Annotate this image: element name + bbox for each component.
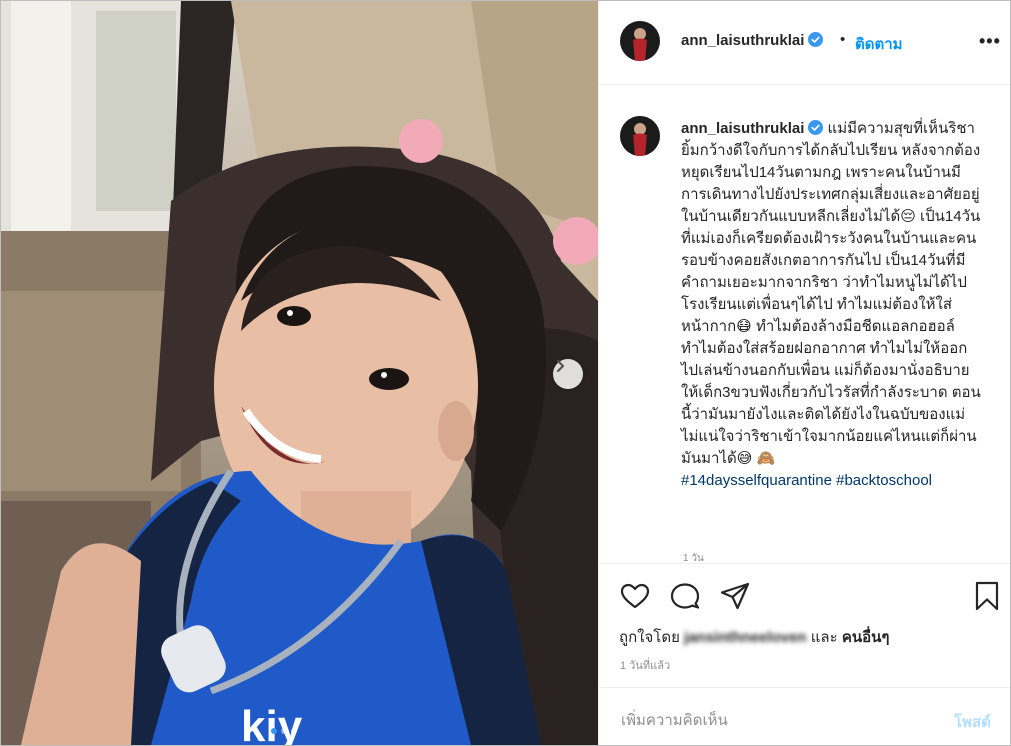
avatar-image — [620, 116, 660, 156]
post-comment-button[interactable]: โพสต์ — [954, 710, 991, 734]
avatar[interactable] — [620, 116, 660, 156]
comment-input[interactable] — [619, 708, 943, 732]
avatar-image — [620, 21, 660, 61]
bookmark-icon[interactable] — [971, 580, 1003, 612]
carousel-dot — [271, 728, 277, 734]
post-side-panel: ann_laisuthruklai • ติดตาม ••• ann_laisu… — [598, 1, 1010, 745]
follow-button[interactable]: ติดตาม — [855, 32, 903, 56]
carousel-indicator — [271, 728, 297, 734]
next-slide-button[interactable] — [553, 359, 583, 389]
instagram-post-modal: kiy ann_laisuthruklai • ติดตาม ••• ann_l… — [0, 0, 1011, 746]
liked-by-label: ถูกใจโดย — [619, 629, 680, 646]
post-caption: ann_laisuthruklai แม่มีความสุขที่เห็นริช… — [681, 118, 981, 492]
comments-section[interactable]: ann_laisuthruklai แม่มีความสุขที่เห็นริช… — [599, 85, 1010, 563]
post-actions: ถูกใจโดย jansinthneeloven และ คนอื่นๆ 1 … — [599, 563, 1010, 674]
separator: • — [840, 31, 846, 48]
caption-hashtags[interactable]: #14daysselfquarantine #backtoschool — [681, 470, 981, 492]
username[interactable]: ann_laisuthruklai — [681, 32, 824, 49]
more-options-button[interactable]: ••• — [979, 31, 1001, 52]
comment-bubble-icon[interactable] — [669, 580, 701, 612]
liked-and-label: และ — [810, 629, 838, 646]
caption-username-text: ann_laisuthruklai — [681, 120, 805, 137]
post-photo[interactable]: kiy — [1, 1, 598, 745]
heart-icon[interactable] — [619, 580, 651, 612]
likes-summary: ถูกใจโดย jansinthneeloven และ คนอื่นๆ — [619, 625, 889, 649]
carousel-dot — [291, 728, 297, 734]
post-header: ann_laisuthruklai • ติดตาม ••• — [599, 1, 1010, 85]
child-photo-illustration: kiy — [1, 1, 598, 745]
chevron-right-icon — [556, 359, 565, 373]
post-timestamp[interactable]: 1 วันที่แล้ว — [620, 656, 670, 674]
caption-username[interactable]: ann_laisuthruklai — [681, 120, 824, 137]
carousel-dot — [281, 728, 287, 734]
caption-text: แม่มีความสุขที่เห็นริชายิ้มกว้างดีใจกับก… — [681, 120, 981, 467]
verified-badge-icon — [808, 32, 824, 47]
avatar[interactable] — [620, 21, 660, 61]
paper-plane-icon[interactable] — [719, 580, 751, 612]
username-text: ann_laisuthruklai — [681, 32, 805, 49]
caption-timestamp: 1 วัน — [683, 553, 704, 563]
liked-others-link[interactable]: คนอื่นๆ — [842, 629, 890, 646]
verified-badge-icon — [808, 120, 824, 135]
svg-text:kiy: kiy — [241, 702, 303, 745]
liked-by-user[interactable]: jansinthneeloven — [684, 629, 807, 646]
add-comment-bar: โพสต์ — [599, 687, 1010, 745]
